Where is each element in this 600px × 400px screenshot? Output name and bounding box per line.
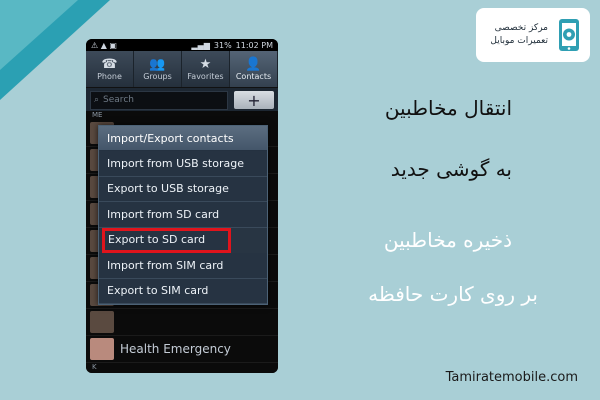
list-item-health-emergency[interactable]: Health Emergency	[86, 336, 278, 363]
menu-item-export-sim[interactable]: Export to SIM card	[99, 278, 267, 304]
clock: 11:02 PM	[235, 40, 273, 50]
menu-item-import-usb[interactable]: Import from USB storage	[99, 151, 267, 177]
avatar	[90, 338, 114, 360]
tab-groups[interactable]: 👥 Groups	[134, 51, 182, 87]
headline-line3: ذخیره مخاطبین	[383, 228, 512, 252]
avatar	[90, 311, 114, 333]
logo-line2: تعمیرات موبایل	[490, 36, 548, 46]
phone-gear-icon	[559, 19, 579, 51]
headline-line4: بر روی کارت حافظه	[368, 282, 538, 306]
tab-bar: ☎ Phone 👥 Groups ★ Favorites 👤 Contacts	[86, 51, 278, 88]
contact-icon: 👤	[245, 56, 262, 72]
status-bar: ⚠ ▲ ▣ ▂▄▆ 31% 11:02 PM	[86, 39, 278, 51]
phone-icon: ☎	[101, 56, 118, 72]
logo-text: مرکز تخصصی تعمیرات موبایل	[482, 22, 548, 48]
search-input[interactable]: ⌕ Search	[90, 90, 228, 110]
search-row: ⌕ Search +	[86, 88, 278, 112]
add-contact-button[interactable]: +	[234, 91, 274, 110]
menu-item-import-sd[interactable]: Import from SD card	[99, 202, 267, 228]
groups-icon: 👥	[149, 56, 166, 72]
brand-logo: مرکز تخصصی تعمیرات موبایل	[476, 8, 590, 62]
headline-line1: انتقال مخاطبین	[384, 96, 512, 120]
menu-item-export-usb[interactable]: Export to USB storage	[99, 176, 267, 202]
signal-icon: ▂▄▆	[191, 40, 210, 50]
menu-item-import-sim[interactable]: Import from SIM card	[99, 253, 267, 279]
section-header-k: K	[92, 363, 97, 371]
menu-title: Import/Export contacts	[99, 126, 267, 151]
star-icon: ★	[199, 56, 212, 72]
headline-line2: به گوشی جدید	[390, 157, 512, 181]
contact-name: Health Emergency	[120, 342, 231, 356]
search-icon: ⌕	[94, 95, 100, 105]
corner-decoration-inner	[0, 0, 78, 70]
list-item[interactable]	[86, 309, 278, 336]
menu-item-export-sd[interactable]: Export to SD card	[102, 227, 231, 253]
tab-contacts[interactable]: 👤 Contacts	[230, 51, 278, 87]
warning-icon: ⚠ ▲ ▣	[91, 40, 117, 50]
logo-line1: مرکز تخصصی	[494, 23, 548, 33]
import-export-menu: Import/Export contacts Import from USB s…	[98, 125, 268, 305]
tab-favorites[interactable]: ★ Favorites	[182, 51, 230, 87]
website-url: Tamiratemobile.com	[445, 370, 578, 385]
tab-phone[interactable]: ☎ Phone	[86, 51, 134, 87]
section-header-me: ME	[92, 111, 103, 119]
battery-level: 31%	[213, 40, 232, 50]
